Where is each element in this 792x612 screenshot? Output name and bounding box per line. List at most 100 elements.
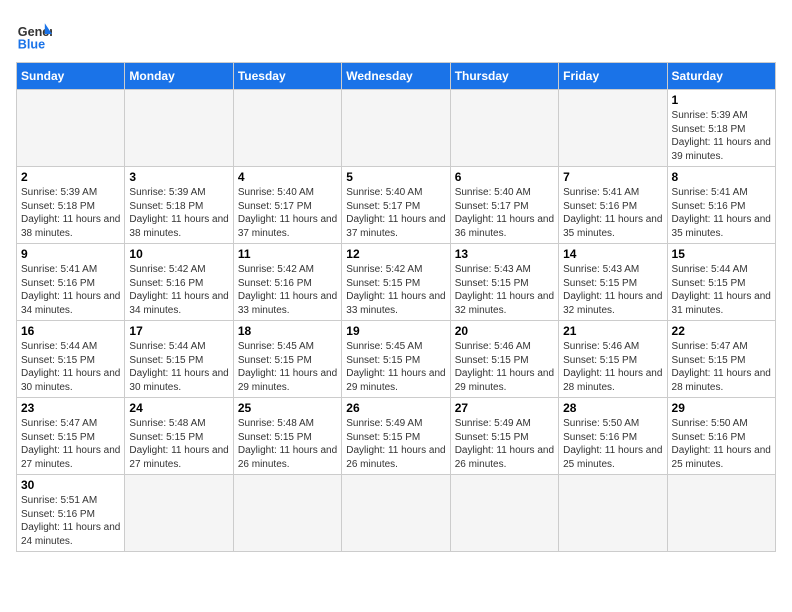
calendar-cell: 15 Sunrise: 5:44 AMSunset: 5:15 PMDayligh… bbox=[667, 244, 775, 321]
svg-text:Blue: Blue bbox=[18, 37, 45, 51]
day-info: Sunrise: 5:39 AMSunset: 5:18 PMDaylight:… bbox=[21, 186, 120, 240]
day-info: Sunrise: 5:39 AMSunset: 5:18 PMDaylight:… bbox=[129, 186, 228, 240]
calendar-header-row: SundayMondayTuesdayWednesdayThursdayFrid… bbox=[17, 63, 776, 90]
col-header-saturday: Saturday bbox=[667, 63, 775, 90]
calendar-cell bbox=[17, 90, 125, 167]
day-number: 28 bbox=[563, 401, 662, 415]
day-number: 15 bbox=[672, 247, 771, 261]
col-header-monday: Monday bbox=[125, 63, 233, 90]
calendar-cell: 24Sunrise: 5:48 AMSunset: 5:15 PMDayligh… bbox=[125, 398, 233, 475]
day-number: 10 bbox=[129, 247, 228, 261]
col-header-tuesday: Tuesday bbox=[233, 63, 341, 90]
day-info: Sunrise: 5:44 AMSunset: 5:15 PMDaylight:… bbox=[129, 340, 228, 394]
day-number: 29 bbox=[672, 401, 771, 415]
day-info: Sunrise: 5:45 AMSunset: 5:15 PMDaylight:… bbox=[238, 340, 337, 394]
day-number: 22 bbox=[672, 324, 771, 338]
calendar-week-6: 30 Sunrise: 5:51 AMSunset: 5:16 PMDayligh… bbox=[17, 475, 776, 552]
col-header-friday: Friday bbox=[559, 63, 667, 90]
calendar-cell: 2 Sunrise: 5:39 AMSunset: 5:18 PMDaylight… bbox=[17, 167, 125, 244]
day-number: 30 bbox=[21, 478, 120, 492]
day-info: Sunrise: 5:46 AMSunset: 5:15 PMDaylight:… bbox=[563, 340, 662, 394]
calendar-cell: 23Sunrise: 5:47 AMSunset: 5:15 PMDayligh… bbox=[17, 398, 125, 475]
day-number: 21 bbox=[563, 324, 662, 338]
day-number: 25 bbox=[238, 401, 337, 415]
calendar-cell bbox=[125, 475, 233, 552]
day-number: 5 bbox=[346, 170, 445, 184]
day-info: Sunrise: 5:50 AMSunset: 5:16 PMDaylight:… bbox=[672, 417, 771, 471]
day-info: Sunrise: 5:48 AMSunset: 5:15 PMDaylight:… bbox=[238, 417, 337, 471]
day-number: 2 bbox=[21, 170, 120, 184]
calendar-cell bbox=[667, 475, 775, 552]
calendar-cell: 29 Sunrise: 5:50 AMSunset: 5:16 PMDayligh… bbox=[667, 398, 775, 475]
day-info: Sunrise: 5:49 AMSunset: 5:15 PMDaylight:… bbox=[455, 417, 554, 471]
calendar-cell: 30 Sunrise: 5:51 AMSunset: 5:16 PMDayligh… bbox=[17, 475, 125, 552]
calendar-cell: 1 Sunrise: 5:39 AMSunset: 5:18 PMDaylight… bbox=[667, 90, 775, 167]
day-number: 24 bbox=[129, 401, 228, 415]
calendar-cell: 19 Sunrise: 5:45 AMSunset: 5:15 PMDayligh… bbox=[342, 321, 450, 398]
day-number: 9 bbox=[21, 247, 120, 261]
day-info: Sunrise: 5:51 AMSunset: 5:16 PMDaylight:… bbox=[21, 494, 120, 548]
day-info: Sunrise: 5:49 AMSunset: 5:15 PMDaylight:… bbox=[346, 417, 445, 471]
calendar-week-5: 23Sunrise: 5:47 AMSunset: 5:15 PMDayligh… bbox=[17, 398, 776, 475]
day-info: Sunrise: 5:47 AMSunset: 5:15 PMDaylight:… bbox=[21, 417, 120, 471]
day-number: 14 bbox=[563, 247, 662, 261]
logo: General Blue bbox=[16, 16, 52, 52]
calendar-cell bbox=[125, 90, 233, 167]
calendar-cell: 11 Sunrise: 5:42 AMSunset: 5:16 PMDayligh… bbox=[233, 244, 341, 321]
day-info: Sunrise: 5:44 AMSunset: 5:15 PMDaylight:… bbox=[672, 263, 771, 317]
calendar-cell: 21 Sunrise: 5:46 AMSunset: 5:15 PMDayligh… bbox=[559, 321, 667, 398]
calendar-cell bbox=[450, 90, 558, 167]
day-number: 8 bbox=[672, 170, 771, 184]
day-info: Sunrise: 5:42 AMSunset: 5:15 PMDaylight:… bbox=[346, 263, 445, 317]
calendar-cell: 6 Sunrise: 5:40 AMSunset: 5:17 PMDaylight… bbox=[450, 167, 558, 244]
day-number: 11 bbox=[238, 247, 337, 261]
col-header-sunday: Sunday bbox=[17, 63, 125, 90]
day-info: Sunrise: 5:43 AMSunset: 5:15 PMDaylight:… bbox=[563, 263, 662, 317]
page-header: General Blue bbox=[16, 16, 776, 52]
calendar-cell: 20 Sunrise: 5:46 AMSunset: 5:15 PMDayligh… bbox=[450, 321, 558, 398]
day-info: Sunrise: 5:42 AMSunset: 5:16 PMDaylight:… bbox=[129, 263, 228, 317]
calendar-cell: 18 Sunrise: 5:45 AMSunset: 5:15 PMDayligh… bbox=[233, 321, 341, 398]
logo-icon: General Blue bbox=[16, 16, 52, 52]
day-number: 1 bbox=[672, 93, 771, 107]
day-info: Sunrise: 5:41 AMSunset: 5:16 PMDaylight:… bbox=[563, 186, 662, 240]
calendar-cell bbox=[342, 90, 450, 167]
day-info: Sunrise: 5:46 AMSunset: 5:15 PMDaylight:… bbox=[455, 340, 554, 394]
day-number: 17 bbox=[129, 324, 228, 338]
calendar-week-3: 9 Sunrise: 5:41 AMSunset: 5:16 PMDaylight… bbox=[17, 244, 776, 321]
day-number: 13 bbox=[455, 247, 554, 261]
day-number: 18 bbox=[238, 324, 337, 338]
calendar-cell: 27 Sunrise: 5:49 AMSunset: 5:15 PMDayligh… bbox=[450, 398, 558, 475]
day-info: Sunrise: 5:40 AMSunset: 5:17 PMDaylight:… bbox=[238, 186, 337, 240]
calendar-cell bbox=[559, 90, 667, 167]
calendar-cell: 12 Sunrise: 5:42 AMSunset: 5:15 PMDayligh… bbox=[342, 244, 450, 321]
day-number: 12 bbox=[346, 247, 445, 261]
calendar-cell: 9 Sunrise: 5:41 AMSunset: 5:16 PMDaylight… bbox=[17, 244, 125, 321]
calendar-cell: 16Sunrise: 5:44 AMSunset: 5:15 PMDayligh… bbox=[17, 321, 125, 398]
calendar-cell bbox=[342, 475, 450, 552]
calendar-cell: 8 Sunrise: 5:41 AMSunset: 5:16 PMDaylight… bbox=[667, 167, 775, 244]
day-info: Sunrise: 5:40 AMSunset: 5:17 PMDaylight:… bbox=[455, 186, 554, 240]
calendar-cell: 4 Sunrise: 5:40 AMSunset: 5:17 PMDaylight… bbox=[233, 167, 341, 244]
day-info: Sunrise: 5:41 AMSunset: 5:16 PMDaylight:… bbox=[21, 263, 120, 317]
calendar-cell: 25 Sunrise: 5:48 AMSunset: 5:15 PMDayligh… bbox=[233, 398, 341, 475]
day-info: Sunrise: 5:39 AMSunset: 5:18 PMDaylight:… bbox=[672, 109, 771, 163]
calendar-week-2: 2 Sunrise: 5:39 AMSunset: 5:18 PMDaylight… bbox=[17, 167, 776, 244]
day-number: 19 bbox=[346, 324, 445, 338]
calendar-cell: 17 Sunrise: 5:44 AMSunset: 5:15 PMDayligh… bbox=[125, 321, 233, 398]
calendar-cell: 13Sunrise: 5:43 AMSunset: 5:15 PMDayligh… bbox=[450, 244, 558, 321]
day-number: 4 bbox=[238, 170, 337, 184]
day-info: Sunrise: 5:47 AMSunset: 5:15 PMDaylight:… bbox=[672, 340, 771, 394]
day-info: Sunrise: 5:41 AMSunset: 5:16 PMDaylight:… bbox=[672, 186, 771, 240]
day-number: 27 bbox=[455, 401, 554, 415]
day-number: 26 bbox=[346, 401, 445, 415]
day-number: 20 bbox=[455, 324, 554, 338]
day-info: Sunrise: 5:50 AMSunset: 5:16 PMDaylight:… bbox=[563, 417, 662, 471]
day-number: 6 bbox=[455, 170, 554, 184]
calendar-cell: 26 Sunrise: 5:49 AMSunset: 5:15 PMDayligh… bbox=[342, 398, 450, 475]
calendar-cell: 22 Sunrise: 5:47 AMSunset: 5:15 PMDayligh… bbox=[667, 321, 775, 398]
day-info: Sunrise: 5:45 AMSunset: 5:15 PMDaylight:… bbox=[346, 340, 445, 394]
day-number: 3 bbox=[129, 170, 228, 184]
day-info: Sunrise: 5:42 AMSunset: 5:16 PMDaylight:… bbox=[238, 263, 337, 317]
calendar-cell: 3 Sunrise: 5:39 AMSunset: 5:18 PMDaylight… bbox=[125, 167, 233, 244]
